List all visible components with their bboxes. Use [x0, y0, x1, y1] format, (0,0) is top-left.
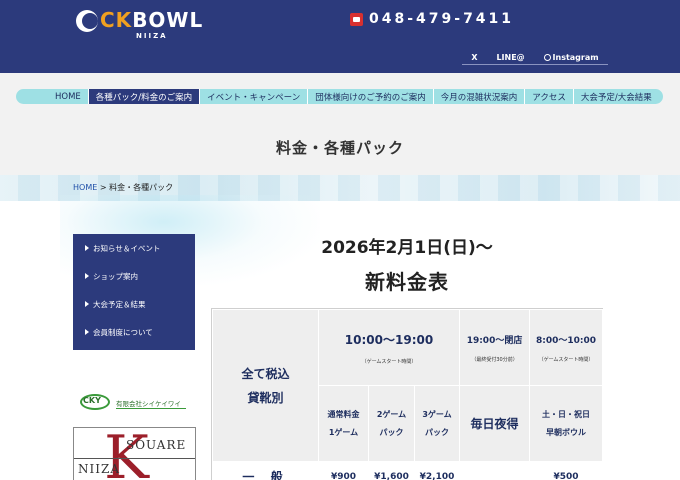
square-logo-divider	[74, 458, 195, 459]
effective-date-heading: 2026年2月1日(日)〜	[321, 238, 493, 258]
sns-x-link[interactable]: X	[471, 53, 477, 62]
arrow-right-icon	[85, 301, 89, 307]
site-header: CKBOWL NIIZA 048-479-7411 X LINE@ Instag…	[0, 0, 680, 73]
sub-header-normal: 通常料金 1ゲーム	[318, 385, 369, 462]
sub-header-2game: 2ゲーム パック	[368, 385, 415, 462]
side-item-tournament[interactable]: 大会予定＆結果	[73, 290, 195, 318]
row-label-general: 一 般	[212, 461, 319, 480]
sub-header-3game: 3ゲーム パック	[413, 385, 461, 462]
price-table: 全て税込 貸靴別 10:00〜19:00 （ゲームスタート時間） 19:00〜閉…	[212, 309, 604, 480]
side-item-shop[interactable]: ショップ案内	[73, 262, 195, 290]
square-logo-top: SOUARE	[126, 438, 187, 452]
arrow-right-icon	[85, 329, 89, 335]
breadcrumb-current: 料金・各種パック	[109, 183, 174, 192]
price-table-title: 新料金表	[365, 270, 449, 294]
square-logo-bottom: NIIZA	[78, 462, 120, 476]
arrow-right-icon	[85, 273, 89, 279]
site-logo[interactable]: CKBOWL NIIZA	[76, 8, 204, 40]
time-slot-night: 19:00〜閉店 （最終受付30分前）	[459, 309, 531, 386]
nav-congestion[interactable]: 今月の混雑状況案内	[432, 89, 525, 104]
phone-text: 048-479-7411	[369, 11, 515, 27]
logo-bowl: BOWL	[132, 8, 204, 32]
global-nav: HOME 各種パック/料金のご案内 イベント・キャンペーン 団体様向けのご予約の…	[16, 89, 663, 104]
arrow-right-icon	[85, 245, 89, 251]
side-item-membership[interactable]: 会員制度について	[73, 318, 195, 346]
cky-banner[interactable]: CKY 有限会社シイケイワイ	[80, 392, 190, 414]
breadcrumb-home-link[interactable]: HOME	[73, 183, 97, 192]
sns-instagram-link[interactable]: Instagram	[543, 53, 599, 62]
sns-links: X LINE@ Instagram	[462, 51, 608, 65]
logo-ck: CK	[100, 8, 133, 32]
price-cell	[459, 461, 531, 480]
side-menu: お知らせ＆イベント ショップ案内 大会予定＆結果 会員制度について	[73, 234, 195, 350]
price-cell: ¥1,600	[368, 461, 415, 480]
nav-event-campaign[interactable]: イベント・キャンペーン	[199, 89, 307, 104]
cky-underline	[116, 408, 186, 409]
nav-price-pack[interactable]: 各種パック/料金のご案内	[87, 89, 200, 104]
price-cell: ¥2,100	[413, 461, 461, 480]
sns-line-link[interactable]: LINE@	[496, 53, 524, 62]
breadcrumb-separator: >	[97, 183, 110, 192]
nav-tournament[interactable]: 大会予定/大会結果	[572, 89, 659, 104]
nav-access[interactable]: アクセス	[524, 89, 573, 104]
price-cell: ¥900	[318, 461, 369, 480]
page-title: 料金・各種パック	[275, 139, 404, 157]
logo-subtitle: NIIZA	[136, 32, 168, 40]
price-cell: ¥500	[529, 461, 604, 480]
instagram-icon	[543, 54, 551, 61]
side-item-news[interactable]: お知らせ＆イベント	[73, 234, 195, 262]
table-row: 一 般 ¥900 ¥1,600 ¥2,100 ¥500	[212, 461, 604, 480]
time-slot-day: 10:00〜19:00 （ゲームスタート時間）	[317, 309, 461, 386]
sub-header-night: 毎日夜得	[459, 385, 531, 462]
cky-company-name: 有限会社シイケイワイ	[116, 400, 181, 408]
cky-logo-text: CKY	[83, 396, 101, 405]
time-slot-morning: 8:00〜10:00 （ゲームスタート時間）	[529, 309, 604, 386]
phone-icon	[350, 12, 363, 26]
sub-header-early: 土・日・祝日 早朝ボウル	[529, 385, 604, 462]
nav-home[interactable]: HOME	[48, 89, 88, 104]
logo-mark-icon	[76, 10, 98, 32]
ck-square-banner[interactable]: K SOUARE NIIZA	[73, 427, 196, 480]
nav-group-reservation[interactable]: 団体様向けのご予約のご案内	[307, 89, 433, 104]
breadcrumb: HOME > 料金・各種パック	[73, 182, 173, 193]
phone-number[interactable]: 048-479-7411	[350, 10, 514, 28]
table-corner-header: 全て税込 貸靴別	[212, 309, 319, 462]
